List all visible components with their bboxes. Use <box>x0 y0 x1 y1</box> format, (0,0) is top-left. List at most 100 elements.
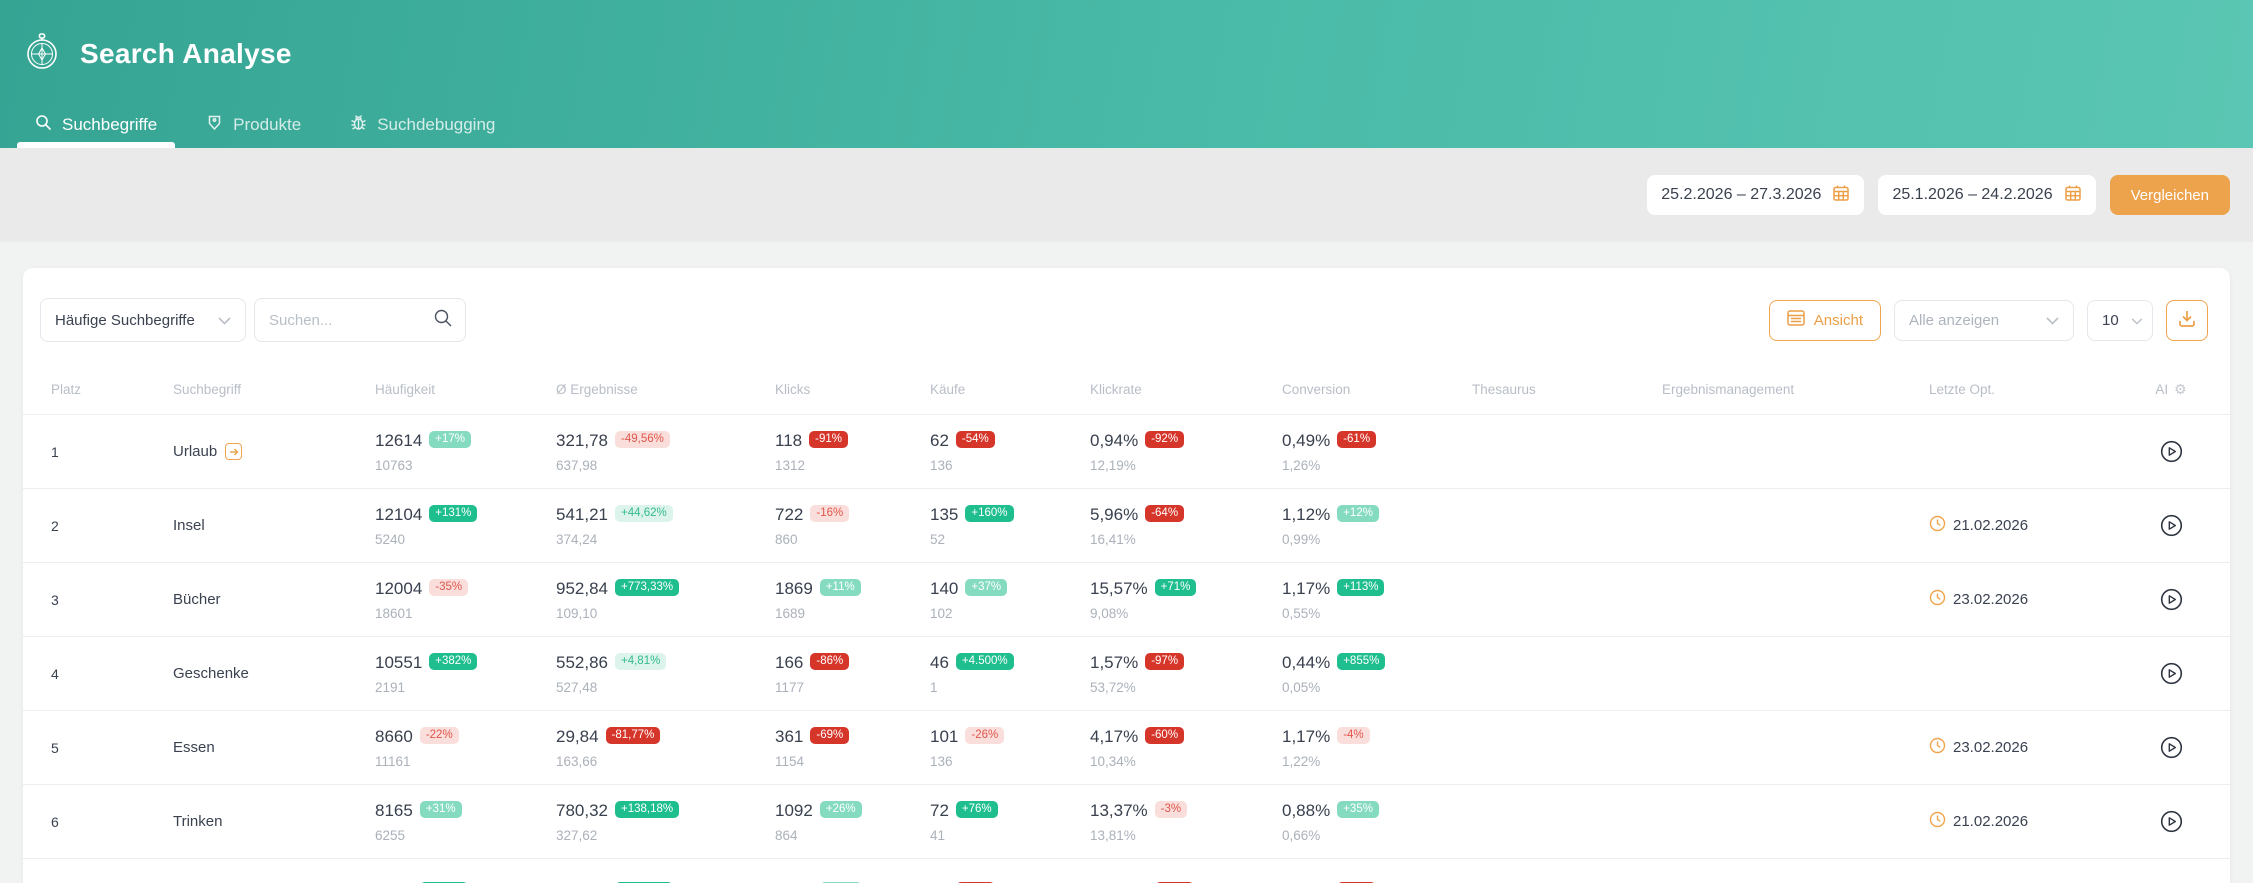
ansicht-button[interactable]: Ansicht <box>1768 299 1881 341</box>
column-header-0: Platz <box>51 382 173 397</box>
metric-previous-value: 2191 <box>375 679 406 695</box>
search-term-label: Geschenke <box>173 665 249 682</box>
ai-play-button[interactable] <box>2158 438 2185 465</box>
metric-value-row: 46 +4.500% <box>930 653 1090 673</box>
column-header-3: Ø Ergebnisse <box>556 382 775 397</box>
change-badge: -91% <box>809 430 848 449</box>
metric-value-row: 1,57% -97% <box>1090 653 1282 673</box>
metric-previous-value: 11161 <box>375 753 411 769</box>
metric-value: 46 <box>930 652 949 672</box>
rank-cell: 2 <box>51 517 59 534</box>
ai-cell <box>2134 512 2208 539</box>
page-size-dropdown[interactable]: 10 <box>2087 299 2153 341</box>
ergebnisse-cell: 29,84 -81,77% 163,66 <box>556 727 775 769</box>
metric-value: 552,86 <box>556 652 608 672</box>
rank-cell: 3 <box>51 591 59 608</box>
column-header-label: Häufigkeit <box>375 381 436 397</box>
last-optimization-date: 23.02.2026 <box>1953 739 2029 756</box>
clock-icon <box>1929 589 1946 610</box>
metric-value-row: 552,86 +4,81% <box>556 653 775 673</box>
metric-value: 0,44% <box>1282 652 1331 672</box>
show-all-dropdown[interactable]: Alle anzeigen <box>1894 299 2074 341</box>
haeufigkeit-cell: 8165 +31% 6255 <box>375 801 556 843</box>
kaeufe-cell: 101 -26% 136 <box>930 727 1090 769</box>
change-badge: +12% <box>1337 504 1379 523</box>
search-term-cell: Geschenke <box>173 665 375 682</box>
ai-play-button[interactable] <box>2158 586 2185 613</box>
search-icon[interactable] <box>433 308 453 333</box>
change-badge: +35% <box>1337 800 1379 819</box>
metric-value: 1869 <box>775 578 813 598</box>
download-button[interactable] <box>2166 299 2208 341</box>
chevron-down-icon <box>2131 312 2143 329</box>
metric-previous-value: 52 <box>930 531 946 547</box>
date-filter-bar: 25.2.2026 – 27.3.2026 25.1.2026 – 24.2.2… <box>0 148 2253 242</box>
metric-value-row: 0,44% +855% <box>1282 653 1472 673</box>
change-badge: -49,56% <box>615 430 670 449</box>
metric-previous-value: 109,10 <box>556 605 598 621</box>
search-term-cell: Bücher <box>173 591 375 608</box>
ai-play-button[interactable] <box>2158 808 2185 835</box>
change-badge: +4,81% <box>615 652 667 671</box>
conversion-cell: 0,88% +35% 0,66% <box>1282 801 1472 843</box>
kaeufe-cell: 140 +37% 102 <box>930 579 1090 621</box>
metric-previous-value: 860 <box>775 531 798 547</box>
ai-play-button[interactable] <box>2158 734 2185 761</box>
klickrate-cell: 13,37% -3% 13,81% <box>1090 801 1282 843</box>
page-title: Search Analyse <box>80 37 292 69</box>
date-range-current[interactable]: 25.2.2026 – 27.3.2026 <box>1647 175 1865 215</box>
metric-value: 1,17% <box>1282 578 1331 598</box>
vergleichen-button[interactable]: Vergleichen <box>2109 175 2230 215</box>
metric-value-row: 1092 +26% <box>775 801 930 821</box>
search-field-wrap <box>254 298 466 342</box>
metric-value-row: 1,12% +12% <box>1282 505 1472 525</box>
metric-value: 1092 <box>775 800 813 820</box>
last-optimization-date: 21.02.2026 <box>1953 813 2029 830</box>
kaeufe-cell: 46 +4.500% 1 <box>930 653 1090 695</box>
search-term-label: Essen <box>173 739 215 756</box>
term-type-dropdown[interactable]: Häufige Suchbegriffe <box>40 298 246 342</box>
list-view-icon <box>1787 310 1805 330</box>
metric-previous-value: 5240 <box>375 531 406 547</box>
table-row: 6 Trinken 8165 +31% 6255 780,32 +138,18% 327,62… <box>23 784 2230 858</box>
table-row: 7Sport7255+149%586,51+62,39%1049+10%21-8… <box>23 858 2230 883</box>
change-badge: +113% <box>1337 578 1385 597</box>
gear-icon[interactable]: ⚙ <box>2174 381 2187 398</box>
haeufigkeit-cell: 8660 -22% 11161 <box>375 727 556 769</box>
haeufigkeit-cell: 12004 -35% 18601 <box>375 579 556 621</box>
metric-value: 62 <box>930 430 949 450</box>
letzte-opt-cell: 21.02.2026 <box>1929 811 2134 832</box>
last-optimization: 23.02.2026 <box>1929 589 2134 610</box>
metric-value: 12614 <box>375 430 423 450</box>
change-badge: -60% <box>1145 726 1185 745</box>
tab-suchbegriffe[interactable]: Suchbegriffe <box>17 102 176 148</box>
change-badge: -81,77% <box>605 726 661 745</box>
letzte-opt-cell: 21.02.2026 <box>1929 515 2134 536</box>
rank-cell: 1 <box>51 443 59 460</box>
app-header: Search Analyse Suchbegriffe Produkte Suc… <box>0 0 2253 148</box>
calendar-icon <box>1832 184 1850 207</box>
term-link-icon[interactable] <box>225 443 243 460</box>
tab-suchdebugging[interactable]: Suchdebugging <box>332 102 513 148</box>
metric-value-row: 8165 +31% <box>375 801 556 821</box>
date-range-compare[interactable]: 25.1.2026 – 24.2.2026 <box>1878 175 2096 215</box>
metric-previous-value: 374,24 <box>556 531 598 547</box>
metric-value: 4,17% <box>1090 726 1139 746</box>
search-input[interactable] <box>269 311 433 329</box>
ai-cell <box>2134 734 2208 761</box>
ai-cell <box>2134 438 2208 465</box>
ai-play-button[interactable] <box>2158 512 2185 539</box>
change-badge: +17% <box>429 430 472 449</box>
metric-value-row: 72 +76% <box>930 801 1090 821</box>
klicks-cell: 1092 +26% 864 <box>775 801 930 843</box>
search-term-cell: Essen <box>173 739 375 756</box>
metric-value: 15,57% <box>1090 578 1148 598</box>
klickrate-cell: 5,96% -64% 16,41% <box>1090 505 1282 547</box>
last-optimization: 23.02.2026 <box>1929 737 2134 758</box>
change-badge: -61% <box>1337 430 1377 449</box>
column-header-label: Ø Ergebnisse <box>556 381 638 397</box>
change-badge: +11% <box>819 578 861 597</box>
tab-label: Produkte <box>233 115 302 134</box>
tab-produkte[interactable]: Produkte <box>188 102 319 148</box>
ai-play-button[interactable] <box>2158 660 2185 687</box>
